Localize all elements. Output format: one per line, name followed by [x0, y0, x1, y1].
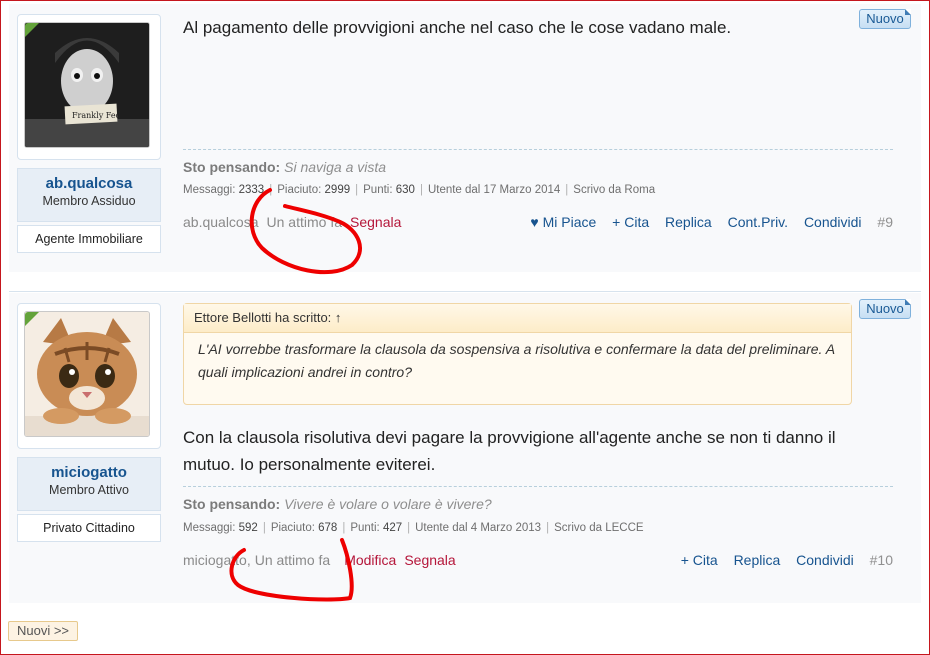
user-title: Membro Assiduo: [42, 194, 136, 208]
user-role: Privato Cittadino: [17, 514, 161, 542]
stat-likes-value: 678: [318, 522, 338, 534]
new-badge[interactable]: Nuovo: [859, 9, 911, 29]
user-role: Agente Immobiliare: [17, 225, 161, 253]
quote-block: Ettore Bellotti ha scritto: ↑ L'AI vorre…: [183, 303, 852, 405]
online-indicator: [25, 23, 39, 37]
footer-username[interactable]: ab.qualcosa: [183, 214, 259, 230]
status-label: Sto pensando:: [183, 159, 281, 175]
status-text: Vivere è volare o volare è vivere?: [284, 496, 492, 512]
quote-button[interactable]: + Cita: [612, 214, 649, 230]
user-status: Sto pensando: Vivere è volare o volare è…: [183, 496, 492, 512]
share-button[interactable]: Condividi: [796, 552, 854, 568]
new-badge-label: Nuovo: [866, 11, 904, 26]
avatar[interactable]: [24, 311, 150, 437]
report-link[interactable]: Segnala: [350, 214, 401, 230]
post-actions: + Cita Replica Condividi #10: [669, 552, 893, 568]
footer-username[interactable]: miciogatto: [183, 552, 247, 568]
stat-points-value: 427: [382, 522, 403, 534]
quote-text: L'AI vorrebbe trasformare la clausola da…: [198, 341, 835, 380]
badge-fold: [905, 9, 911, 15]
reply-button[interactable]: Replica: [665, 214, 712, 230]
user-namebox: miciogatto Membro Attivo: [17, 457, 161, 511]
edit-link[interactable]: Modifica: [344, 552, 396, 568]
status-label: Sto pensando:: [183, 496, 281, 512]
post-footer: ab.qualcosa Un attimo fa Segnala ♥ Mi Piac…: [183, 214, 893, 234]
user-stats: Messaggi: 592 | Piaciuto: 678 | Punti: 427 | U…: [183, 522, 644, 534]
user-namebox: ab.qualcosa Membro Assiduo: [17, 168, 161, 222]
avatar-box: Frankly Fed: [17, 14, 161, 160]
like-button[interactable]: ♥ Mi Piace: [518, 214, 596, 230]
stat-messages-value: 2333: [238, 184, 265, 196]
post-meta: ab.qualcosa Un attimo fa Segnala: [183, 214, 409, 230]
stat-messages-label: Messaggi:: [183, 522, 236, 534]
report-link[interactable]: Segnala: [404, 552, 455, 568]
post-10: miciogatto Membro Attivo Privato Cittadi…: [9, 293, 921, 603]
private-message-button[interactable]: Cont.Priv.: [728, 214, 788, 230]
post-9: Frankly Fed ab.qualcosa Membro Assiduo A…: [9, 4, 921, 272]
stat-points-label: Punti:: [363, 184, 393, 196]
stat-points-label: Punti:: [350, 522, 380, 534]
new-badge[interactable]: Nuovo: [859, 299, 911, 319]
share-button[interactable]: Condividi: [804, 214, 862, 230]
signature-separator: [183, 149, 893, 150]
stat-location: Scrivo da LECCE: [554, 522, 644, 534]
post-actions: ♥ Mi Piace + Cita Replica Cont.Priv. Con…: [506, 214, 893, 230]
signature-separator: [183, 486, 893, 487]
status-text: Si naviga a vista: [284, 159, 387, 175]
stat-points-value: 630: [395, 184, 415, 196]
username-link[interactable]: miciogatto: [18, 464, 160, 481]
avatar[interactable]: Frankly Fed: [24, 22, 150, 148]
stat-messages-value: 592: [238, 522, 258, 534]
heart-icon: ♥: [530, 214, 539, 230]
post-number-link[interactable]: #9: [877, 214, 893, 230]
newer-posts-button[interactable]: Nuovi >>: [8, 621, 78, 641]
stat-joined: Utente dal 4 Marzo 2013: [415, 522, 542, 534]
stat-location: Scrivo da Roma: [573, 184, 656, 196]
post-footer: miciogatto, Un attimo fa Modifica Segnala +…: [183, 552, 893, 572]
quote-button[interactable]: + Cita: [681, 552, 718, 568]
username-link[interactable]: ab.qualcosa: [18, 175, 160, 192]
reply-button[interactable]: Replica: [734, 552, 781, 568]
post-number-link[interactable]: #10: [870, 552, 893, 568]
quote-header[interactable]: Ettore Bellotti ha scritto: ↑: [184, 304, 851, 333]
user-title: Membro Attivo: [49, 483, 129, 497]
stat-messages-label: Messaggi:: [183, 184, 236, 196]
post-meta: miciogatto, Un attimo fa Modifica Segnala: [183, 552, 456, 568]
footer-time[interactable]: Un attimo fa: [255, 552, 330, 568]
svg-text:Frankly Fed: Frankly Fed: [72, 111, 121, 120]
user-stats: Messaggi: 2333 | Piaciuto: 2999 | Punti: 630…: [183, 184, 656, 196]
stat-joined: Utente dal 17 Marzo 2014: [427, 184, 561, 196]
stat-likes-label: Piaciuto:: [277, 184, 322, 196]
new-badge-label: Nuovo: [866, 301, 904, 316]
stat-likes-label: Piaciuto:: [270, 522, 315, 534]
badge-fold: [905, 299, 911, 305]
online-indicator: [25, 312, 39, 326]
user-status: Sto pensando: Si naviga a vista: [183, 159, 386, 175]
stat-likes-value: 2999: [324, 184, 351, 196]
footer-time[interactable]: Un attimo fa: [267, 214, 342, 230]
post-divider: [9, 291, 921, 292]
like-label: Mi Piace: [542, 214, 597, 230]
post-message: Con la clausola risolutiva devi pagare l…: [183, 428, 836, 474]
post-message: Al pagamento delle provvigioni anche nel…: [183, 18, 732, 37]
avatar-box: [17, 303, 161, 449]
